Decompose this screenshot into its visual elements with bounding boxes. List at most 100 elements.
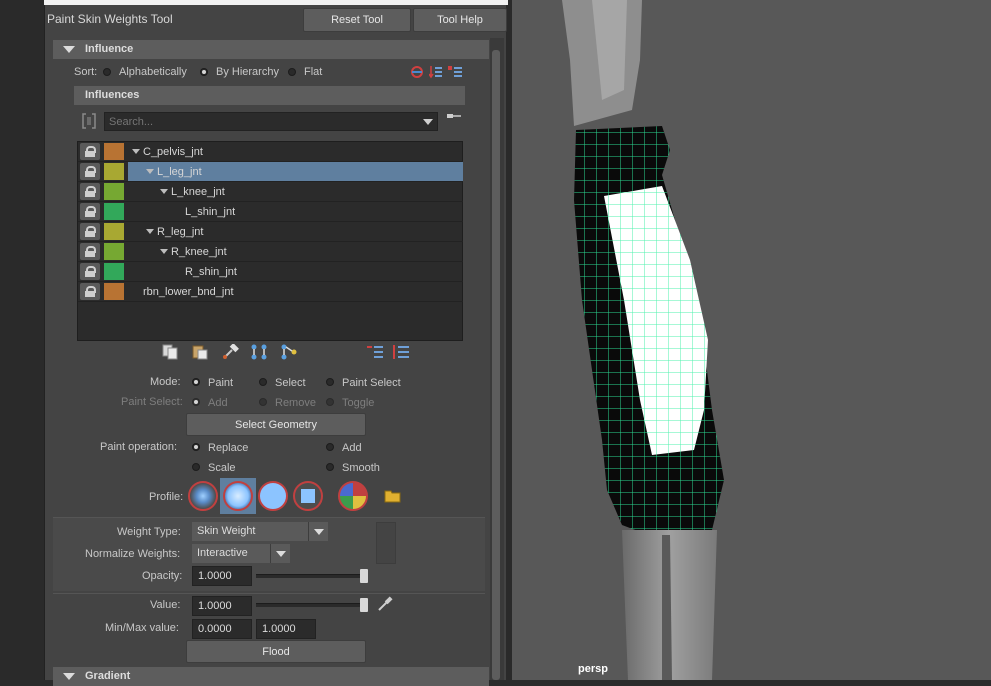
panel-scrollbar-thumb[interactable] — [492, 50, 500, 680]
expand-arrow-icon[interactable] — [160, 189, 168, 194]
joint-name-cell[interactable]: L_knee_jnt — [128, 182, 463, 201]
mode-select-label[interactable]: Select — [275, 377, 306, 389]
joint-name-cell[interactable]: R_knee_jnt — [128, 242, 463, 261]
joint-color-swatch[interactable] — [104, 183, 124, 200]
value-field[interactable]: 1.0000 — [192, 596, 252, 616]
lock-icon[interactable] — [80, 283, 100, 300]
folder-icon[interactable] — [384, 488, 402, 503]
lock-icon[interactable] — [80, 263, 100, 280]
weight-type-dropdown[interactable]: Skin Weight — [192, 522, 308, 541]
filter-bracket-icon[interactable] — [82, 113, 96, 129]
joint-row[interactable]: R_knee_jnt — [78, 242, 463, 262]
min-value-field[interactable]: 0.0000 — [192, 619, 252, 639]
mode-paint-select-label[interactable]: Paint Select — [342, 377, 401, 389]
sort-flat-radio[interactable] — [288, 68, 296, 76]
weight-hammer-icon[interactable] — [221, 344, 239, 360]
joint-color-swatch[interactable] — [104, 203, 124, 220]
joint-row[interactable]: L_knee_jnt — [78, 182, 463, 202]
sort-by-hierarchy-radio[interactable] — [200, 68, 208, 76]
op-add-radio[interactable] — [326, 443, 334, 451]
influence-section-header[interactable]: Influence — [53, 40, 489, 59]
mode-paint-radio[interactable] — [192, 378, 200, 386]
op-smooth-label[interactable]: Smooth — [342, 462, 380, 474]
sort-list-icon[interactable] — [429, 65, 443, 79]
profile-gaussian-brush[interactable] — [188, 481, 218, 511]
sort-by-hierarchy-label[interactable]: By Hierarchy — [216, 66, 279, 78]
sort-alphabetically-label[interactable]: Alphabetically — [119, 66, 187, 78]
joint-color-swatch[interactable] — [104, 163, 124, 180]
joint-color-swatch[interactable] — [104, 263, 124, 280]
joint-row[interactable]: R_leg_jnt — [78, 222, 463, 242]
show-influences-icon[interactable] — [280, 344, 298, 360]
expand-list-icon[interactable] — [392, 344, 410, 360]
lock-icon[interactable] — [80, 223, 100, 240]
mode-paint-label[interactable]: Paint — [208, 377, 233, 389]
joint-row[interactable]: R_shin_jnt — [78, 262, 463, 282]
select-geometry-button[interactable]: Select Geometry — [186, 413, 366, 436]
joint-name-cell[interactable]: L_leg_jnt — [128, 162, 463, 181]
normalize-dropdown-arrow[interactable] — [270, 544, 290, 563]
joint-row[interactable]: C_pelvis_jnt — [78, 142, 463, 162]
op-scale-radio[interactable] — [192, 463, 200, 471]
normalize-weights-dropdown[interactable]: Interactive — [192, 544, 270, 563]
sort-alphabetically-radio[interactable] — [103, 68, 111, 76]
joint-row[interactable]: L_leg_jnt — [78, 162, 463, 182]
viewport-persp[interactable]: persp — [512, 0, 991, 680]
profile-square-brush[interactable] — [293, 481, 323, 511]
profile-solid-brush[interactable] — [258, 481, 288, 511]
joint-color-swatch[interactable] — [104, 223, 124, 240]
mode-select-radio[interactable] — [259, 378, 267, 386]
viewport-scene[interactable]: persp — [512, 0, 991, 680]
joint-name-label: rbn_lower_bnd_jnt — [143, 286, 234, 298]
joint-color-swatch[interactable] — [104, 143, 124, 160]
value-slider[interactable] — [256, 603, 368, 607]
collapse-list-icon[interactable] — [366, 344, 384, 360]
lock-icon[interactable] — [80, 143, 100, 160]
lock-icon[interactable] — [80, 163, 100, 180]
expand-arrow-icon[interactable] — [160, 249, 168, 254]
tree-view-icon[interactable] — [447, 65, 463, 79]
joint-row[interactable]: rbn_lower_bnd_jnt — [78, 282, 463, 302]
refresh-icon[interactable] — [410, 65, 426, 79]
joint-name-cell[interactable]: R_leg_jnt — [128, 222, 463, 241]
op-add-label[interactable]: Add — [342, 442, 362, 454]
gradient-section-header[interactable]: Gradient — [53, 667, 489, 686]
paste-weights-icon[interactable] — [191, 344, 209, 360]
copy-weights-icon[interactable] — [162, 344, 180, 360]
joint-row[interactable]: L_shin_jnt — [78, 202, 463, 222]
search-input[interactable] — [104, 112, 438, 131]
joint-name-cell[interactable]: C_pelvis_jnt — [128, 142, 463, 161]
max-value-field[interactable]: 1.0000 — [256, 619, 316, 639]
reset-tool-button[interactable]: Reset Tool — [303, 8, 411, 32]
lock-icon[interactable] — [80, 183, 100, 200]
flood-button[interactable]: Flood — [186, 640, 366, 663]
expand-arrow-icon[interactable] — [132, 149, 140, 154]
lock-icon[interactable] — [80, 203, 100, 220]
opacity-field[interactable]: 1.0000 — [192, 566, 252, 586]
eyedropper-icon[interactable] — [377, 596, 393, 612]
joint-name-cell[interactable]: rbn_lower_bnd_jnt — [128, 282, 463, 301]
joint-name-cell[interactable]: L_shin_jnt — [128, 202, 463, 221]
move-weights-icon[interactable] — [250, 344, 268, 360]
op-smooth-radio[interactable] — [326, 463, 334, 471]
mode-paint-select-radio[interactable] — [326, 378, 334, 386]
opacity-slider[interactable] — [256, 574, 368, 578]
op-replace-label[interactable]: Replace — [208, 442, 248, 454]
joint-name-cell[interactable]: R_shin_jnt — [128, 262, 463, 281]
joint-color-swatch[interactable] — [104, 283, 124, 300]
expand-arrow-icon[interactable] — [146, 229, 154, 234]
op-replace-radio[interactable] — [192, 443, 200, 451]
opacity-slider-handle[interactable] — [360, 569, 368, 583]
value-slider-handle[interactable] — [360, 598, 368, 612]
pin-icon[interactable] — [446, 111, 462, 121]
tool-help-button[interactable]: Tool Help — [413, 8, 507, 32]
expand-arrow-icon[interactable] — [146, 169, 154, 174]
profile-soft-brush[interactable] — [223, 481, 253, 511]
profile-image-brush[interactable] — [338, 481, 368, 511]
op-scale-label[interactable]: Scale — [208, 462, 236, 474]
joint-color-swatch[interactable] — [104, 243, 124, 260]
weight-type-dropdown-arrow[interactable] — [308, 522, 328, 541]
lock-icon[interactable] — [80, 243, 100, 260]
search-dropdown-arrow[interactable] — [420, 114, 436, 129]
sort-flat-label[interactable]: Flat — [304, 66, 322, 78]
